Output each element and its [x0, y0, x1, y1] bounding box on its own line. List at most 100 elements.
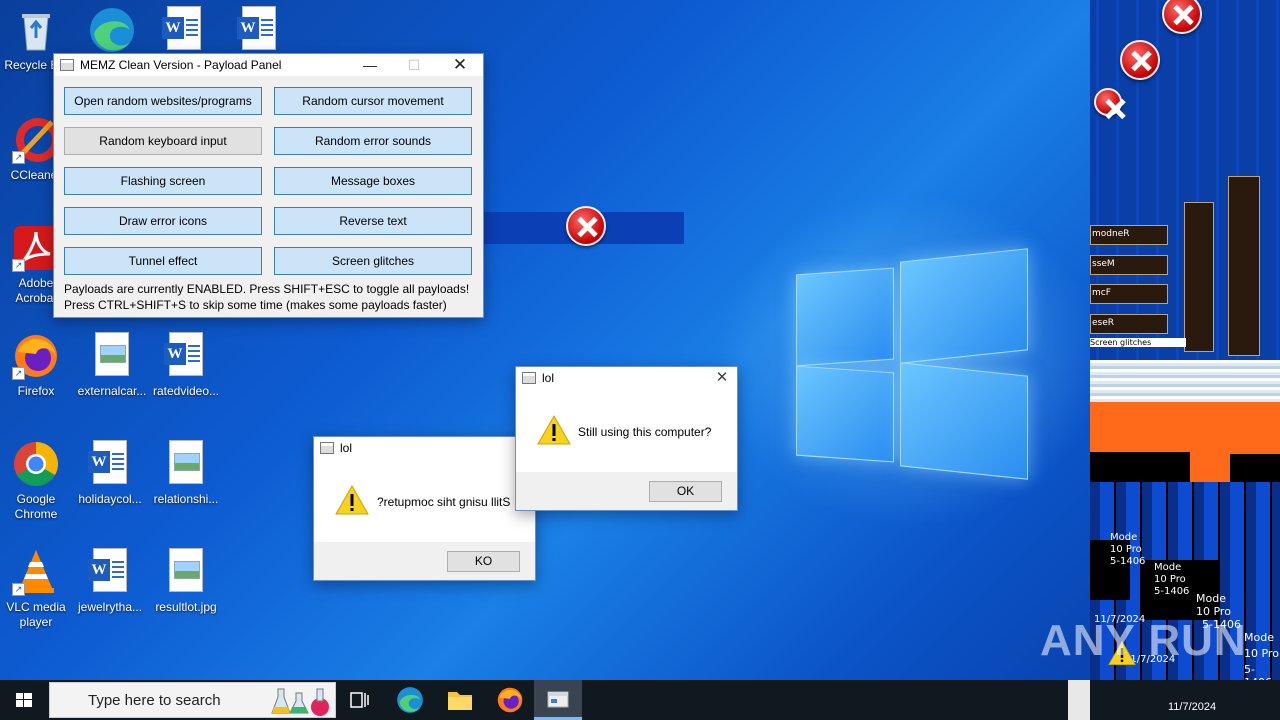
search-highlight-icon	[271, 688, 329, 716]
glitch-text-fragment: 10 Pro	[1110, 544, 1142, 555]
search-placeholder: Type here to search	[88, 692, 221, 709]
word-doc-icon: W	[160, 6, 208, 54]
glitch-text-fragment: Mode	[1196, 592, 1226, 605]
desktop-icon-label: Google Chrome	[14, 492, 58, 521]
image-file-icon	[88, 332, 136, 380]
desktop-icon-relationshi[interactable]: relationshi...	[148, 440, 224, 507]
desktop-icon-externalcar[interactable]: externalcar...	[74, 332, 150, 399]
desktop-icon-edge[interactable]	[74, 6, 150, 58]
glitch-text-fragment: eseR	[1092, 318, 1115, 328]
taskbar-search-box[interactable]: Type here to search	[49, 682, 336, 718]
memz-taskbar-button[interactable]	[534, 680, 582, 720]
edge-icon	[88, 6, 136, 54]
desktop-icon-chrome[interactable]: Google Chrome	[0, 440, 74, 522]
payload-panel-titlebar[interactable]: MEMZ Clean Version - Payload Panel — ☐ ✕	[54, 54, 483, 76]
ko-button[interactable]: KO	[447, 551, 520, 572]
message-box-titlebar[interactable]: lol	[314, 437, 535, 459]
vlc-icon: ↗	[12, 548, 60, 596]
desktop-icon-resultlot[interactable]: resultlot.jpg	[148, 548, 224, 615]
window-title: MEMZ Clean Version - Payload Panel	[80, 58, 282, 72]
message-box-footer: KO	[314, 542, 535, 580]
payload-button-keyboard-input[interactable]: Random keyboard input	[64, 127, 262, 155]
ok-button[interactable]: OK	[649, 481, 722, 502]
maximize-button[interactable]: ☐	[396, 54, 432, 76]
shortcut-arrow-icon: ↗	[12, 259, 25, 272]
message-box-text: ?retupmoc siht gnisu llitS	[377, 495, 511, 509]
glitch-text-fragment: sseM	[1092, 259, 1115, 269]
desktop-icon-label: externalcar...	[77, 384, 147, 398]
app-window-icon	[547, 691, 569, 708]
payload-button-tunnel-effect[interactable]: Tunnel effect	[64, 247, 262, 275]
word-doc-icon: W	[86, 440, 134, 488]
payload-button-open-websites[interactable]: Open random websites/programs	[64, 87, 262, 115]
message-box-content: ?retupmoc siht gnisu llitS	[314, 459, 535, 544]
desktop-icon-holidaycol[interactable]: W holidaycol...	[72, 440, 148, 507]
payload-button-reverse-text[interactable]: Reverse text	[274, 207, 472, 235]
desktop-icon-label: relationshi...	[153, 492, 219, 506]
payload-panel-window[interactable]: MEMZ Clean Version - Payload Panel — ☐ ✕…	[53, 53, 484, 318]
payload-button-message-boxes[interactable]: Message boxes	[274, 167, 472, 195]
glitch-text-fragment: Mode	[1244, 631, 1274, 644]
shortcut-arrow-icon: ↗	[12, 583, 25, 596]
windows-logo-wallpaper	[796, 241, 1028, 480]
payload-button-screen-glitches[interactable]: Screen glitches	[274, 247, 472, 275]
message-box[interactable]: lol ✕ Still using this computer? OK	[515, 366, 738, 511]
recycle-bin-icon	[12, 6, 60, 54]
glitch-text-fragment: Screen glitches	[1090, 338, 1186, 347]
tray-clock: 11/7/2024	[1168, 701, 1217, 713]
app-window-icon	[522, 372, 536, 384]
show-desktop-strip[interactable]	[1068, 680, 1090, 720]
desktop-icon-label: VLC media player	[6, 600, 66, 629]
payload-skip-hint-text: Press CTRL+SHIFT+S to skip some time (ma…	[64, 298, 447, 312]
file-explorer-icon[interactable]	[446, 686, 474, 714]
minimize-button[interactable]: —	[352, 54, 388, 76]
image-file-icon	[162, 440, 210, 488]
payload-button-draw-error-icons[interactable]: Draw error icons	[64, 207, 262, 235]
desktop-icon-word-doc[interactable]: W	[146, 6, 222, 58]
desktop-icon-firefox[interactable]: ↗ Firefox	[0, 332, 74, 399]
desktop-icon-label: resultlot.jpg	[155, 600, 217, 614]
error-icon	[566, 206, 606, 246]
error-icon	[1094, 88, 1122, 116]
desktop-icon-label: Firefox	[17, 384, 55, 398]
task-view-icon[interactable]	[346, 686, 374, 714]
message-box-reversed[interactable]: lol ?retupmoc siht gnisu llitS KO	[313, 436, 536, 581]
payload-button-cursor-movement[interactable]: Random cursor movement	[274, 87, 472, 115]
app-window-icon	[60, 59, 74, 71]
word-doc-icon: W	[86, 548, 134, 596]
close-button[interactable]: ✕	[706, 367, 738, 389]
anyrun-watermark: ANY RUN	[1040, 616, 1247, 665]
glitch-text-fragment: 5-1406	[1244, 663, 1272, 680]
glitch-text-fragment: Mode	[1154, 562, 1182, 573]
message-box-footer: OK	[516, 472, 737, 510]
glitch-text-fragment: 5-1406	[1110, 556, 1146, 567]
warning-icon	[335, 485, 369, 515]
glitch-text-fragment: 10 Pro	[1244, 647, 1279, 660]
payload-button-flashing-screen[interactable]: Flashing screen	[64, 167, 262, 195]
glitch-text-fragment: 5-1406	[1154, 586, 1190, 597]
desktop-icon-vlc[interactable]: ↗ VLC media player	[0, 548, 74, 630]
desktop-icon-label: holidaycol...	[78, 492, 142, 506]
desktop-icon-label: jewelrytha...	[77, 600, 143, 614]
shortcut-arrow-icon: ↗	[12, 367, 25, 380]
warning-icon	[537, 415, 571, 445]
word-doc-icon: W	[162, 332, 210, 380]
app-window-icon	[320, 442, 334, 454]
desktop-icon-label: Adobe Acrobat	[15, 276, 57, 305]
desktop-icon-word-doc[interactable]: W	[221, 6, 297, 58]
start-button[interactable]	[0, 680, 48, 720]
glitch-text-fragment: mcF	[1092, 288, 1111, 298]
message-box-titlebar[interactable]: lol ✕	[516, 367, 737, 389]
desktop-icon-label: ratedvideo...	[152, 384, 220, 398]
glitch-text-fragment: Mode	[1110, 532, 1138, 543]
shortcut-arrow-icon: ↗	[12, 151, 25, 164]
glitch-text-fragment: modneR	[1092, 229, 1130, 239]
desktop-icon-jewelrytha[interactable]: W jewelrytha...	[72, 548, 148, 615]
desktop-icon-ratedvideo[interactable]: W ratedvideo...	[148, 332, 224, 399]
edge-taskbar-icon[interactable]	[396, 686, 424, 714]
glitch-text-fragment: 10 Pro	[1154, 574, 1186, 585]
payload-button-error-sounds[interactable]: Random error sounds	[274, 127, 472, 155]
message-box-title: lol	[542, 371, 555, 385]
firefox-taskbar-icon[interactable]	[496, 686, 524, 714]
close-button[interactable]: ✕	[442, 54, 478, 76]
